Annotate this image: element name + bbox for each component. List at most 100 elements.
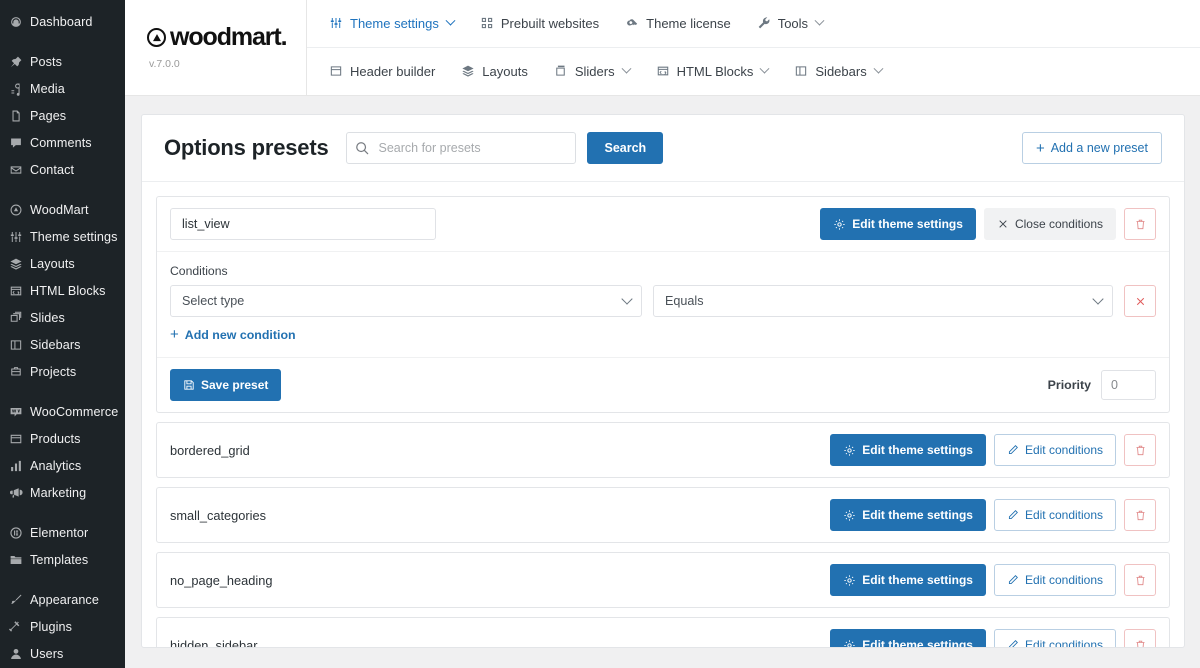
sidebar-item-media[interactable]: Media <box>0 75 125 102</box>
pencil-icon <box>1007 639 1019 647</box>
condition-operator-select[interactable]: Equals <box>653 285 1113 317</box>
theme-nav-header-builder[interactable]: Header builder <box>329 64 435 79</box>
sidebar-item-slides[interactable]: Slides <box>0 304 125 331</box>
sidebar-item-woocommerce[interactable]: WooCommerce <box>0 398 125 425</box>
sidebar-item-projects[interactable]: Projects <box>0 358 125 385</box>
sidebar-item-marketing[interactable]: Marketing <box>0 479 125 506</box>
sidebars-icon <box>9 338 30 352</box>
presets-card: Options presets Search + Ad <box>141 114 1185 648</box>
delete-preset-button[interactable] <box>1124 434 1156 466</box>
add-new-condition-button[interactable]: + Add new condition <box>170 327 296 342</box>
close-conditions-button[interactable]: Close conditions <box>983 208 1116 240</box>
woodmart-icon <box>9 203 30 217</box>
woodmart-topbar: woodmart. v.7.0.0 Theme settings Prebuilt… <box>125 0 1200 96</box>
search-button[interactable]: Search <box>587 132 664 164</box>
theme-nav-theme-settings[interactable]: Theme settings <box>329 15 456 31</box>
conditions-button-label: Edit conditions <box>1024 443 1103 457</box>
delete-preset-button[interactable] <box>1124 564 1156 596</box>
sidebar-item-label: Templates <box>30 552 89 567</box>
trash-icon <box>1134 218 1147 231</box>
theme-nav-tools[interactable]: Tools <box>757 15 825 31</box>
priority-field-wrapper: Priority <box>1048 370 1156 400</box>
sidebar-item-label: Media <box>30 81 65 96</box>
chevron-down-icon <box>873 63 884 74</box>
pencil-icon <box>1007 444 1019 456</box>
sidebar-item-pages[interactable]: Pages <box>0 102 125 129</box>
pages-icon <box>9 109 30 123</box>
theme-nav-layouts[interactable]: Layouts <box>461 64 528 79</box>
layers-icon <box>461 64 475 78</box>
edit-theme-settings-button[interactable]: Edit theme settings <box>830 434 986 466</box>
delete-preset-button[interactable] <box>1124 208 1156 240</box>
preset-name-label: no_page_heading <box>170 572 273 588</box>
preset-row-main: Edit theme settings Close conditions <box>157 197 1169 251</box>
sidebar-item-contact[interactable]: Contact <box>0 156 125 183</box>
edit-conditions-button[interactable]: Edit conditions <box>993 499 1116 531</box>
presets-list: Edit theme settings Close conditions Condi… <box>142 182 1184 647</box>
sidebar-item-analytics[interactable]: Analytics <box>0 452 125 479</box>
theme-nav-prebuilt-websites[interactable]: Prebuilt websites <box>480 16 599 31</box>
preset-name-label: small_categories <box>170 507 267 523</box>
sidebar-item-label: Slides <box>30 310 65 325</box>
delete-preset-button[interactable] <box>1124 629 1156 647</box>
sidebar-item-label: Contact <box>30 162 75 177</box>
sidebar-item-appearance[interactable]: Appearance <box>0 586 125 613</box>
preset-row: hidden_sidebar Edit theme settings Edit co… <box>156 617 1170 647</box>
trash-icon <box>1134 444 1147 457</box>
theme-nav-sliders[interactable]: Sliders <box>554 63 632 79</box>
sidebar-item-sidebars[interactable]: Sidebars <box>0 331 125 358</box>
preset-row-main: hidden_sidebar Edit theme settings Edit co… <box>157 618 1169 647</box>
sidebar-divider <box>0 183 125 196</box>
save-preset-button[interactable]: Save preset <box>170 369 282 401</box>
sidebar-item-posts[interactable]: Posts <box>0 48 125 75</box>
sidebar-item-users[interactable]: Users <box>0 640 125 667</box>
sidebar-item-comments[interactable]: Comments <box>0 129 125 156</box>
gear-icon <box>843 509 856 522</box>
woodmart-logo: woodmart. <box>147 25 306 50</box>
theme-version: v.7.0.0 <box>149 58 180 70</box>
priority-input[interactable] <box>1101 370 1156 400</box>
remove-condition-button[interactable] <box>1124 285 1156 317</box>
condition-type-select[interactable]: Select type <box>170 285 642 317</box>
conditions-button-label: Close conditions <box>1014 217 1103 231</box>
sidebar-item-templates[interactable]: Templates <box>0 546 125 573</box>
pencil-icon <box>1007 509 1019 521</box>
search-input[interactable] <box>346 132 577 164</box>
pin-icon <box>9 55 30 69</box>
edit-theme-settings-button[interactable]: Edit theme settings <box>830 499 986 531</box>
sidebar-item-label: HTML Blocks <box>30 283 106 298</box>
theme-nav-label: Theme license <box>646 15 731 31</box>
plus-icon: + <box>170 326 179 343</box>
preset-row: small_categories Edit theme settings Edit … <box>156 487 1170 543</box>
delete-preset-button[interactable] <box>1124 499 1156 531</box>
sidebar-item-products[interactable]: Products <box>0 425 125 452</box>
add-new-preset-button[interactable]: + Add a new preset <box>1021 132 1162 164</box>
sidebar-item-theme-settings[interactable]: Theme settings <box>0 223 125 250</box>
theme-nav-sidebars[interactable]: Sidebars <box>794 63 884 79</box>
edit-conditions-button[interactable]: Edit conditions <box>993 564 1116 596</box>
theme-nav-label: Header builder <box>350 63 436 79</box>
sidebar-item-woodmart[interactable]: WoodMart <box>0 196 125 223</box>
edit-conditions-button[interactable]: Edit conditions <box>993 434 1116 466</box>
sidebar-item-label: Layouts <box>30 256 75 271</box>
theme-nav-html-blocks[interactable]: HTML Blocks <box>656 63 770 79</box>
theme-nav-theme-license[interactable]: Theme license <box>625 16 731 31</box>
edit-theme-settings-button[interactable]: Edit theme settings <box>830 564 986 596</box>
chevron-down-icon <box>445 15 456 26</box>
sidebar-item-dashboard[interactable]: Dashboard <box>0 8 125 35</box>
preset-name-input[interactable] <box>170 208 436 240</box>
briefcase-icon <box>9 365 30 379</box>
edit-theme-settings-button[interactable]: Edit theme settings <box>820 208 976 240</box>
edit-theme-settings-label: Edit theme settings <box>852 217 963 231</box>
sidebar-item-plugins[interactable]: Plugins <box>0 613 125 640</box>
edit-theme-settings-button[interactable]: Edit theme settings <box>830 629 986 647</box>
sidebar-item-elementor[interactable]: Elementor <box>0 519 125 546</box>
theme-nav-label: HTML Blocks <box>676 63 754 79</box>
sidebar-divider <box>0 573 125 586</box>
sidebar-item-layouts[interactable]: Layouts <box>0 250 125 277</box>
condition-type-value: Select type <box>182 294 245 308</box>
comments-icon <box>9 136 30 150</box>
sidebar-item-html-blocks[interactable]: HTML Blocks <box>0 277 125 304</box>
edit-conditions-button[interactable]: Edit conditions <box>993 629 1116 647</box>
preset-actions: Edit theme settings Edit conditions <box>830 499 1156 531</box>
